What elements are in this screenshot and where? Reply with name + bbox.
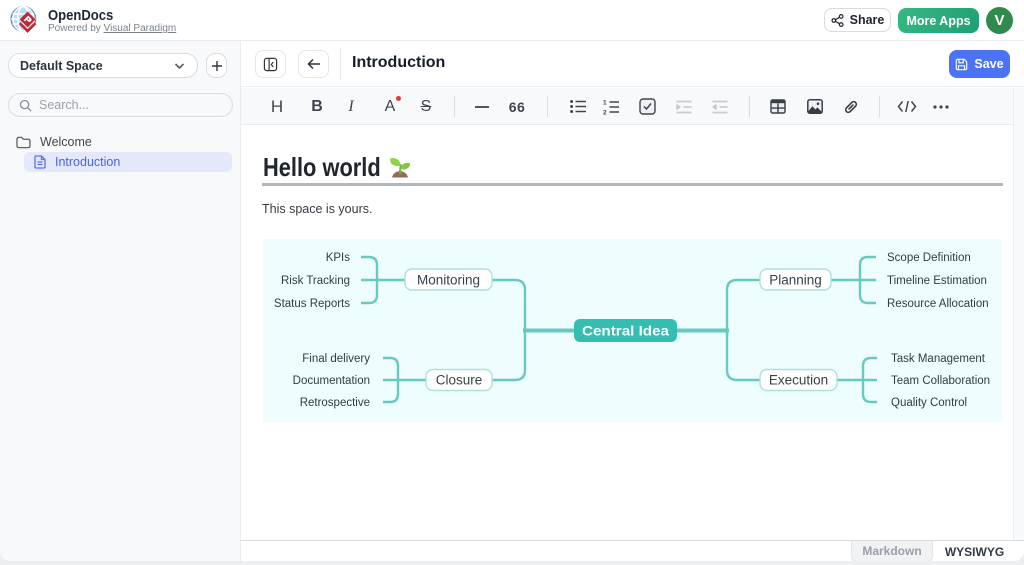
- svg-text:Resource Allocation: Resource Allocation: [887, 298, 989, 310]
- svg-text:Risk Tracking: Risk Tracking: [281, 275, 350, 287]
- svg-text:Team Collaboration: Team Collaboration: [891, 375, 990, 387]
- svg-text:Retrospective: Retrospective: [300, 397, 370, 409]
- svg-text:KPIs: KPIs: [326, 252, 351, 264]
- svg-text:Quality Control: Quality Control: [891, 397, 967, 409]
- svg-text:Execution: Execution: [769, 373, 828, 388]
- svg-text:Scope Definition: Scope Definition: [887, 252, 971, 264]
- svg-text:Monitoring: Monitoring: [417, 273, 480, 288]
- svg-text:1: 1: [603, 99, 607, 106]
- svg-text:Central Idea: Central Idea: [582, 323, 669, 339]
- svg-text:Planning: Planning: [769, 273, 822, 288]
- svg-text:Task Management: Task Management: [891, 353, 986, 365]
- svg-text:Documentation: Documentation: [293, 375, 370, 387]
- svg-text:Status Reports: Status Reports: [274, 298, 350, 310]
- svg-text:Final delivery: Final delivery: [302, 353, 370, 365]
- svg-text:Timeline Estimation: Timeline Estimation: [887, 275, 987, 287]
- svg-text:2: 2: [603, 109, 607, 115]
- svg-text:Closure: Closure: [436, 373, 483, 388]
